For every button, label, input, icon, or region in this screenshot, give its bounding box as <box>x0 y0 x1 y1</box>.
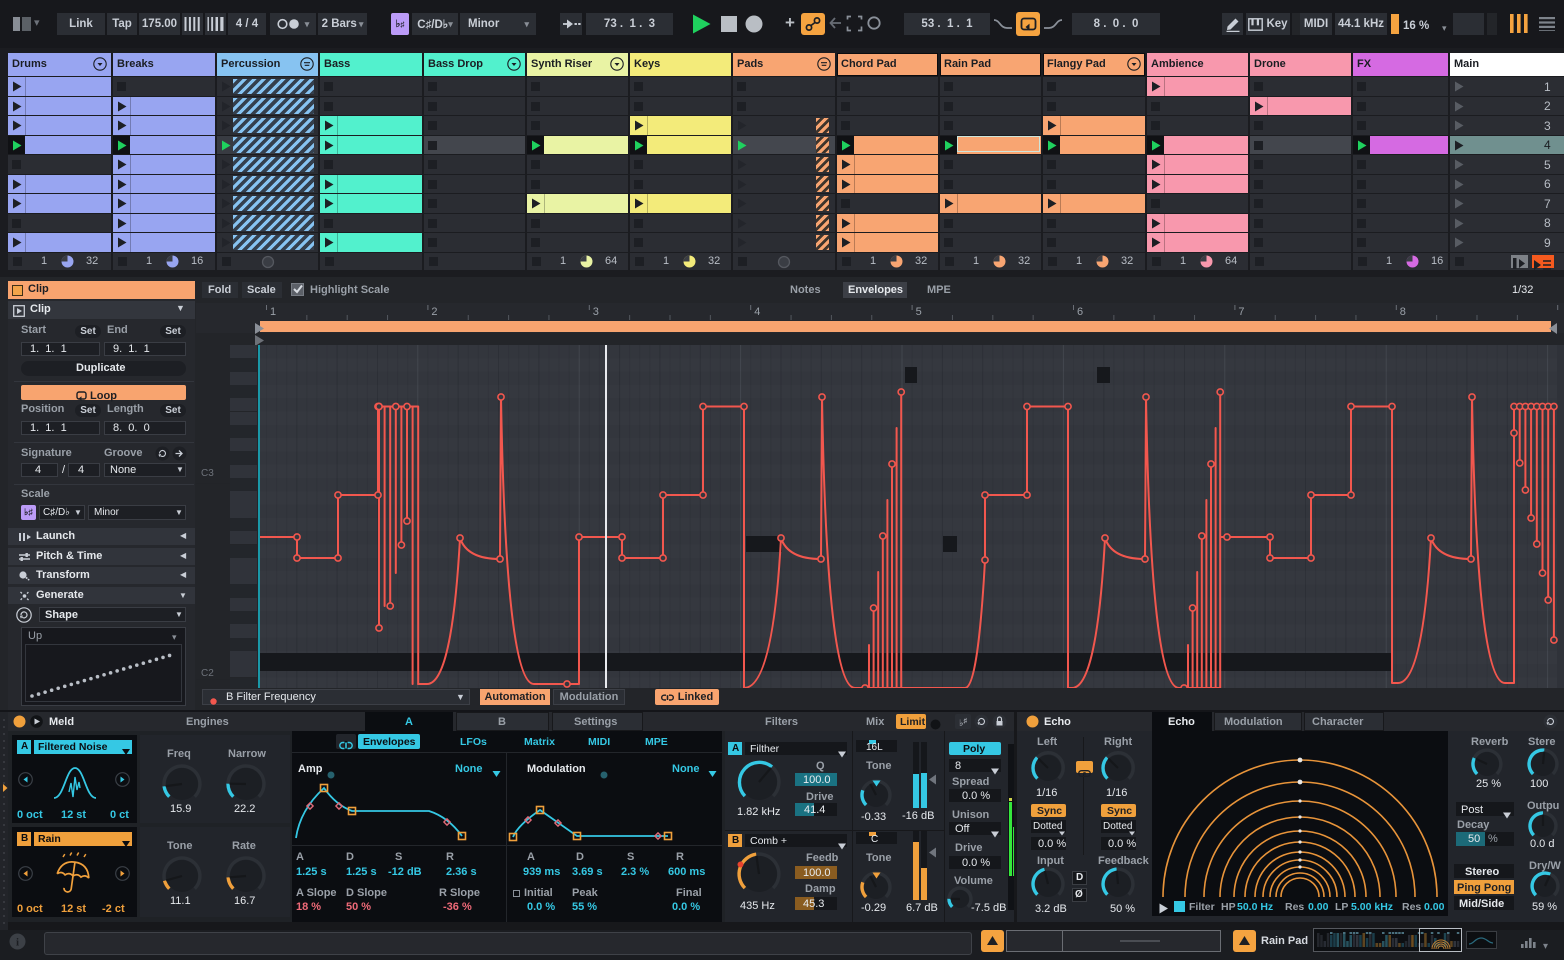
svg-text:i: i <box>16 937 19 949</box>
